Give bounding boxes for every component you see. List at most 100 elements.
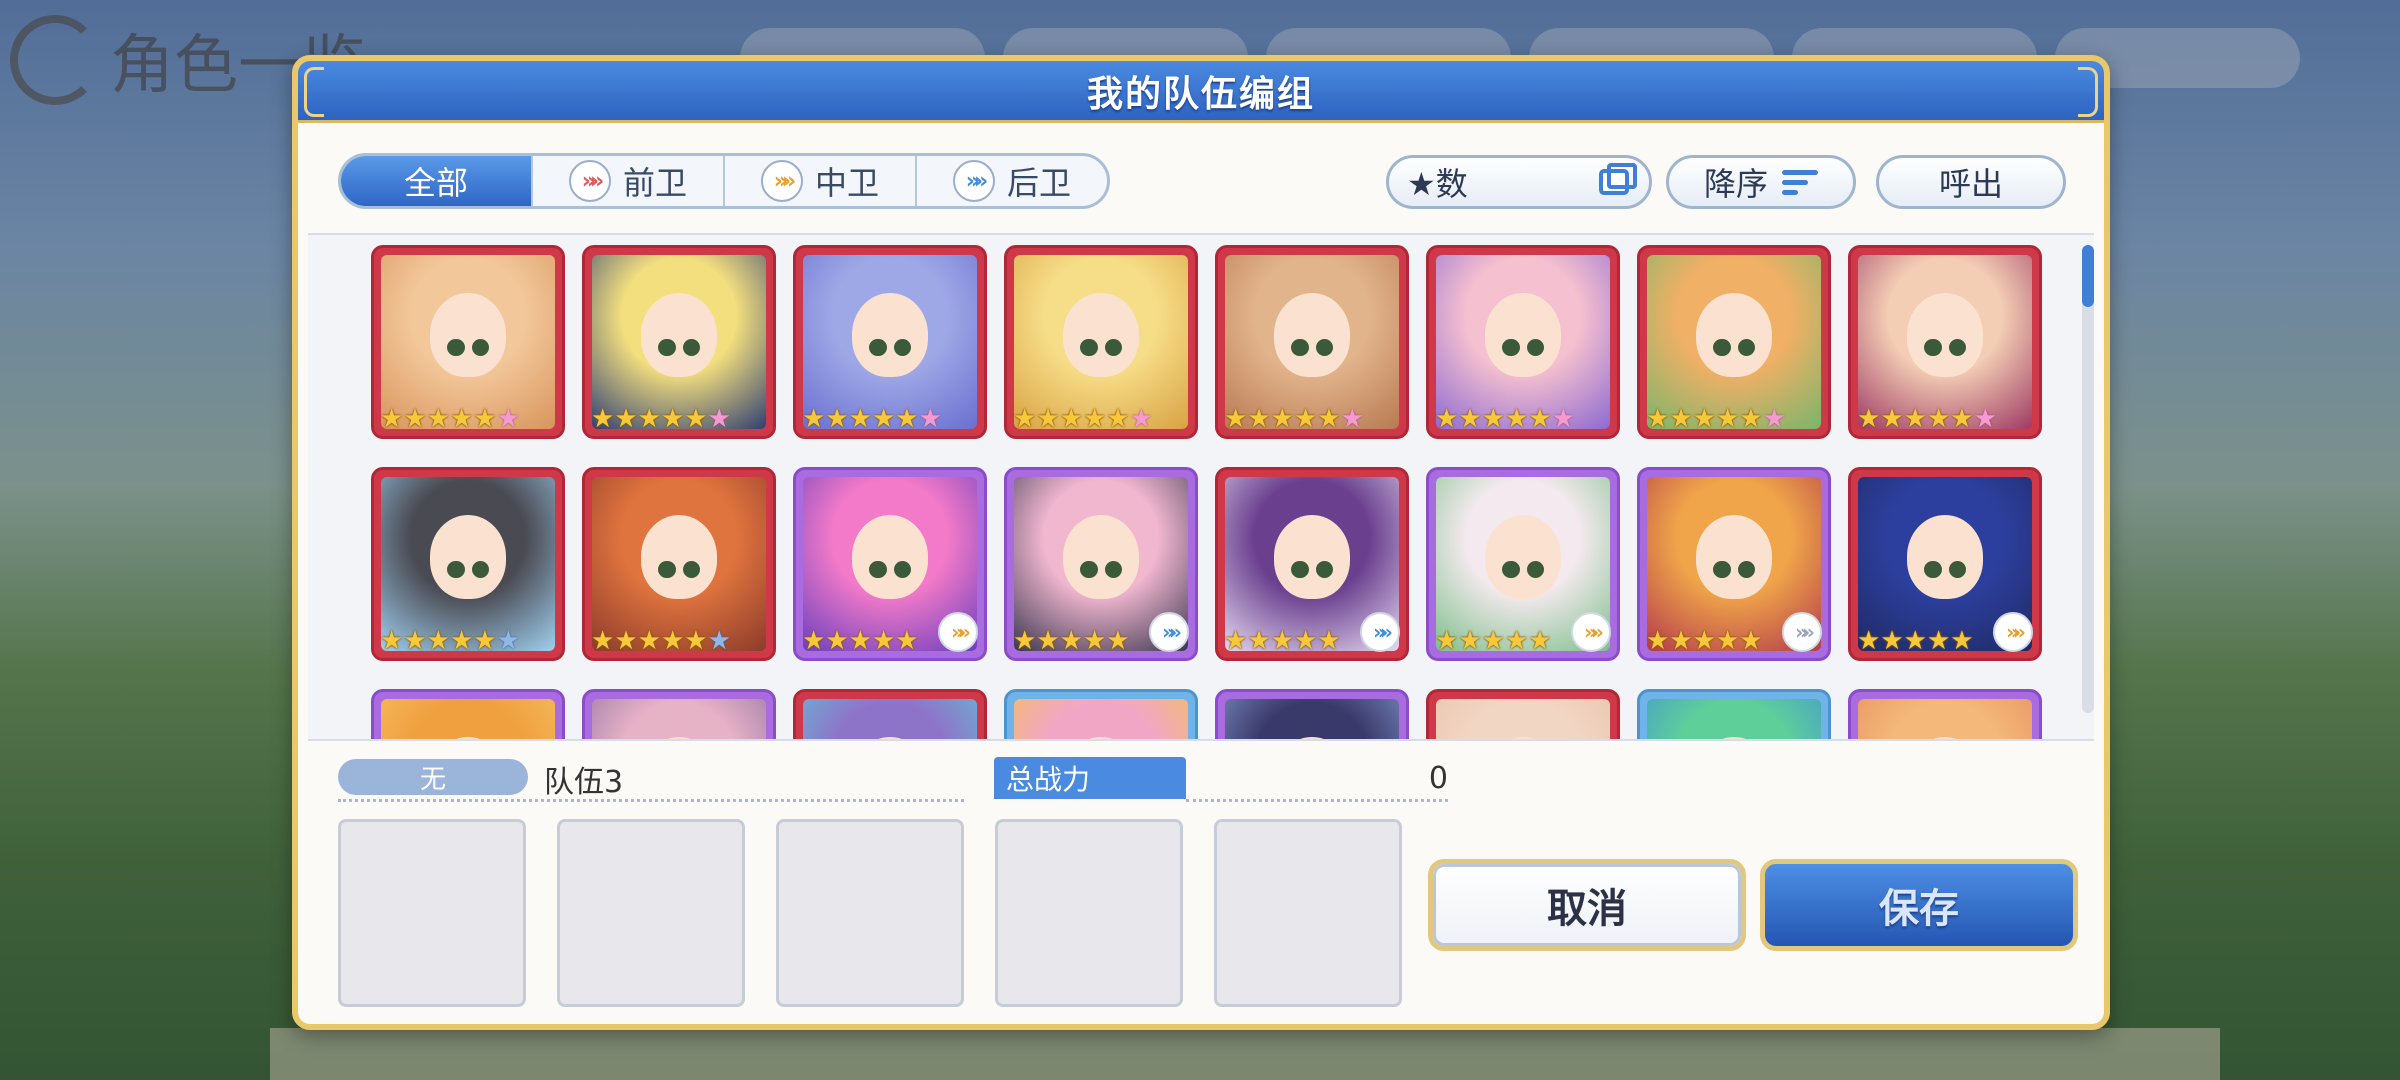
star-icon: ★	[1481, 404, 1505, 434]
character-portrait	[1436, 699, 1610, 739]
character-eye	[1948, 560, 1966, 578]
star-icon: ★	[1715, 404, 1740, 434]
team-slot-4[interactable]	[995, 819, 1183, 1007]
team-slot-1[interactable]	[338, 819, 526, 1007]
character-eye	[682, 560, 700, 578]
character-card[interactable]: ★ ★ ★ ★ ★ ★	[371, 245, 565, 439]
pink-star-icon: ★	[1973, 404, 1997, 434]
character-portrait	[1858, 699, 2032, 739]
character-card[interactable]: ★ ★ ★ ★ ★ ★	[1426, 245, 1620, 439]
character-face	[1273, 515, 1351, 599]
character-face	[1484, 737, 1562, 739]
character-face	[1695, 737, 1773, 739]
star-icon: ★	[1224, 626, 1248, 656]
star-icon: ★	[802, 626, 826, 656]
call-team-button[interactable]: 呼出	[1876, 155, 2066, 209]
character-card[interactable]	[1426, 689, 1620, 739]
star-icon: ★	[1857, 626, 1881, 656]
star-icon: ★	[684, 626, 708, 656]
save-button[interactable]: 保存	[1760, 859, 2078, 951]
star-icon: ★	[1669, 626, 1693, 656]
star-rank-icons: ★ ★ ★ ★ ★ ★	[1224, 404, 1364, 434]
character-portrait	[1014, 699, 1188, 739]
star-icon: ★	[1458, 626, 1482, 656]
star-rank-icons: ★ ★ ★ ★ ★	[1224, 626, 1341, 656]
star-rank-icons: ★ ★ ★ ★ ★	[1435, 626, 1552, 656]
star-icon: ★	[449, 626, 474, 656]
character-card[interactable]: ★ ★ ★ ★ ★ ★	[582, 467, 776, 661]
character-portrait	[1225, 699, 1399, 739]
character-roster-grid[interactable]: ★ ★ ★ ★ ★ ★ ★ ★ ★ ★ ★ ★ ★ ★ ★ ★ ★ ★ ★ ★ ★ ★ ★ ★ ★ ★ ★ ★ ★ ★ ★ ★ ★ ★ ★ ★ ★ ★ ★ ★…	[308, 233, 2094, 741]
character-card[interactable]: ★ ★ ★ ★ ★ ★	[582, 245, 776, 439]
character-card[interactable]	[1848, 689, 2042, 739]
character-card[interactable]: ★ ★ ★ ★ ★»»	[1004, 467, 1198, 661]
character-eye	[471, 560, 489, 578]
star-icon: ★	[403, 626, 427, 656]
team-slot-5[interactable]	[1214, 819, 1402, 1007]
star-icon: ★	[1106, 404, 1130, 434]
corner-ornament-icon	[304, 67, 324, 117]
character-portrait	[381, 699, 555, 739]
character-eye	[1291, 560, 1309, 578]
character-card[interactable]: ★ ★ ★ ★ ★ ★	[1637, 245, 1831, 439]
character-card[interactable]	[1004, 689, 1198, 739]
roster-scrollbar[interactable]	[2082, 245, 2094, 713]
star-icon: ★	[473, 626, 497, 656]
character-face	[1062, 515, 1140, 599]
star-rank-icons: ★ ★ ★ ★ ★ ★	[1013, 404, 1153, 434]
back-position-icon: »»	[952, 160, 995, 202]
tab-back[interactable]: »» 后卫	[917, 156, 1107, 206]
character-card[interactable]: ★ ★ ★ ★ ★»»	[1215, 467, 1409, 661]
star-icon: ★	[825, 626, 849, 656]
sort-order-button[interactable]: 降序	[1666, 155, 1856, 209]
character-card[interactable]	[371, 689, 565, 739]
star-icon: ★	[1646, 404, 1670, 434]
star-icon: ★	[1247, 626, 1271, 656]
pink-star-icon: ★	[707, 404, 731, 434]
character-card[interactable]	[1215, 689, 1409, 739]
star-icon: ★	[895, 404, 919, 434]
star-icon: ★	[1739, 404, 1763, 434]
character-card[interactable]	[582, 689, 776, 739]
tab-front[interactable]: »» 前卫	[533, 156, 725, 206]
dialog-title: 我的队伍编组	[1086, 73, 1315, 115]
character-card[interactable]: ★ ★ ★ ★ ★ ★	[371, 467, 565, 661]
character-card[interactable]	[1637, 689, 1831, 739]
star-icon: ★	[802, 404, 826, 434]
character-eye	[1737, 338, 1755, 356]
character-face	[1484, 293, 1562, 377]
character-card[interactable]: ★ ★ ★ ★ ★»»	[793, 467, 987, 661]
star-icon: ★	[614, 626, 638, 656]
pink-star-icon: ★	[1340, 404, 1364, 434]
character-eye	[447, 338, 465, 356]
character-face	[640, 293, 718, 377]
character-eye	[893, 560, 911, 578]
dialog-header: 我的队伍编组	[298, 61, 2104, 123]
character-card[interactable]: ★ ★ ★ ★ ★ ★	[793, 245, 987, 439]
team-name: 队伍3	[544, 765, 624, 800]
star-icon: ★	[591, 626, 615, 656]
character-card[interactable]: ★ ★ ★ ★ ★ ★	[1004, 245, 1198, 439]
sort-key-button[interactable]: ★数	[1386, 155, 1652, 209]
team-slot-2[interactable]	[557, 819, 745, 1007]
character-card[interactable]: ★ ★ ★ ★ ★»»	[1637, 467, 1831, 661]
character-card[interactable]	[793, 689, 987, 739]
character-card[interactable]: ★ ★ ★ ★ ★ ★	[1215, 245, 1409, 439]
cancel-button[interactable]: 取消	[1428, 859, 1746, 951]
tab-all[interactable]: 全部	[341, 156, 533, 206]
pink-star-icon: ★	[1551, 404, 1575, 434]
tab-middle[interactable]: »» 中卫	[725, 156, 917, 206]
position-badge-icon: »»	[1782, 612, 1822, 652]
character-portrait	[1014, 255, 1188, 429]
character-card[interactable]: ★ ★ ★ ★ ★»»	[1426, 467, 1620, 661]
star-icon: ★	[1270, 626, 1294, 656]
team-slot-3[interactable]	[776, 819, 964, 1007]
roster-scrollbar-thumb[interactable]	[2082, 245, 2094, 307]
star-icon: ★	[380, 626, 404, 656]
star-icon: ★	[1059, 404, 1083, 434]
star-icon: ★	[1224, 404, 1248, 434]
character-face	[429, 737, 507, 739]
character-eye	[1737, 560, 1755, 578]
character-card[interactable]: ★ ★ ★ ★ ★ ★	[1848, 245, 2042, 439]
character-card[interactable]: ★ ★ ★ ★ ★»»	[1848, 467, 2042, 661]
